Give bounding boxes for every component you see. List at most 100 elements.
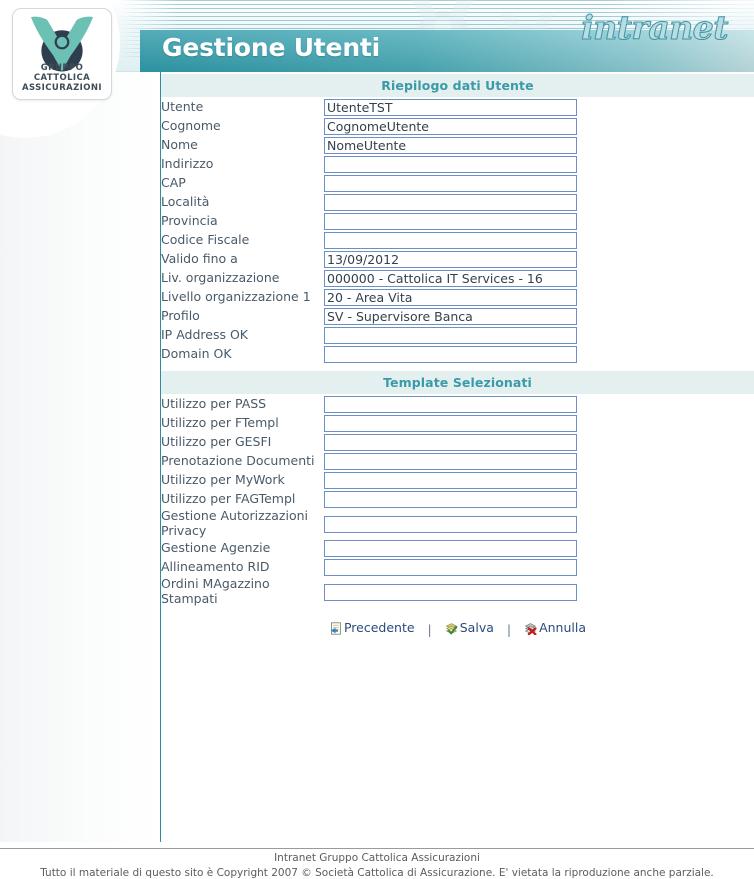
field-label: Località (161, 194, 210, 209)
action-separator-2: | (506, 621, 512, 637)
field-cell (324, 344, 754, 363)
form-row: IP Address OK (161, 325, 754, 344)
input-utilizzo-per-ftempl[interactable] (324, 415, 577, 432)
input-gestione-autorizzazioni-privacy[interactable] (324, 515, 577, 533)
footer-divider (0, 848, 754, 849)
input-ordini-magazzino-stampati[interactable] (324, 583, 577, 601)
application-page: Gestione Utenti intranet GRUPPO CATTOLIC… (0, 0, 754, 879)
field-label: Utilizzo per GESFI (161, 434, 272, 449)
form-row: Valido fino a (161, 249, 754, 268)
form-row: CAP (161, 173, 754, 192)
page-title: Gestione Utenti (162, 33, 381, 62)
logo-line-3: ASSICURAZIONI (22, 83, 102, 93)
field-cell (324, 432, 754, 451)
action-separator-1: | (427, 621, 432, 637)
save-check-icon (445, 622, 458, 638)
field-label: Gestione Autorizzazioni Privacy (161, 508, 308, 538)
field-cell (324, 192, 754, 211)
input-localit[interactable] (324, 194, 577, 211)
input-utilizzo-per-fagtempl[interactable] (324, 491, 577, 508)
field-cell (324, 325, 754, 344)
form-row: Allineamento RID (161, 557, 754, 576)
input-allineamento-rid[interactable] (324, 559, 577, 576)
field-cell (324, 470, 754, 489)
input-provincia[interactable] (324, 213, 577, 230)
form-row: Gestione Agenzie (161, 538, 754, 557)
field-cell (324, 538, 754, 557)
field-label: Utilizzo per FAGTempl (161, 491, 296, 506)
field-cell (324, 451, 754, 470)
intranet-wordmark: intranet (581, 8, 729, 48)
input-gestione-agenzie[interactable] (324, 540, 577, 557)
annulla-button[interactable]: Annulla (524, 620, 586, 638)
input-indirizzo[interactable] (324, 156, 577, 173)
section-header-riepilogo: Riepilogo dati Utente (161, 74, 754, 97)
precedente-button[interactable]: Precedente (329, 620, 415, 638)
input-prenotazione-documenti[interactable] (324, 453, 577, 470)
field-label: Livello organizzazione 1 (161, 289, 311, 304)
field-label: Utilizzo per MyWork (161, 472, 285, 487)
field-cell (324, 97, 754, 116)
input-profilo[interactable] (324, 308, 577, 325)
form-row: Profilo (161, 306, 754, 325)
form-row: Località (161, 192, 754, 211)
section-header-template: Template Selezionati (161, 371, 754, 394)
field-label: Gestione Agenzie (161, 540, 271, 555)
form-row: Utilizzo per FTempl (161, 413, 754, 432)
field-cell (324, 249, 754, 268)
salva-button[interactable]: Salva (445, 620, 494, 638)
form-row: Liv. organizzazione (161, 268, 754, 287)
field-cell (324, 154, 754, 173)
field-label: Codice Fiscale (161, 232, 250, 247)
field-cell (324, 489, 754, 508)
field-label: IP Address OK (161, 327, 248, 342)
input-cognome[interactable] (324, 118, 577, 135)
field-cell (324, 508, 754, 538)
input-valido-fino-a[interactable] (324, 251, 577, 268)
field-cell (324, 268, 754, 287)
input-codice-fiscale[interactable] (324, 232, 577, 249)
field-cell (324, 211, 754, 230)
form-row: Utilizzo per GESFI (161, 432, 754, 451)
field-label: Profilo (161, 308, 200, 323)
input-utilizzo-per-pass[interactable] (324, 396, 577, 413)
field-label: CAP (161, 175, 186, 190)
form-row: Codice Fiscale (161, 230, 754, 249)
form-row: Provincia (161, 211, 754, 230)
form-row: Utilizzo per FAGTempl (161, 489, 754, 508)
form-row: Indirizzo (161, 154, 754, 173)
input-nome[interactable] (324, 137, 577, 154)
cancel-x-icon (524, 622, 537, 638)
field-cell (324, 173, 754, 192)
page-footer: Intranet Gruppo Cattolica Assicurazioni … (0, 851, 754, 879)
form-riepilogo: Utente Cognome Nome Indirizzo CAP Località Pro… (161, 97, 754, 363)
field-label: Ordini MAgazzino Stampati (161, 576, 270, 606)
input-cap[interactable] (324, 175, 577, 192)
form-row: Livello organizzazione 1 (161, 287, 754, 306)
form-row: Utilizzo per PASS (161, 394, 754, 413)
input-utilizzo-per-mywork[interactable] (324, 472, 577, 489)
form-row: Ordini MAgazzino Stampati (161, 576, 754, 606)
logo-line-2: CATTOLICA (33, 73, 91, 83)
field-cell (324, 413, 754, 432)
input-domain-ok[interactable] (324, 346, 577, 363)
field-cell (324, 576, 754, 606)
salva-label: Salva (459, 620, 494, 635)
footer-line-1: Intranet Gruppo Cattolica Assicurazioni (274, 852, 480, 864)
form-template: Utilizzo per PASS Utilizzo per FTempl Util… (161, 394, 754, 606)
input-utilizzo-per-gesfi[interactable] (324, 434, 577, 451)
footer-line-2: Tutto il materiale di questo sito è Copy… (40, 867, 714, 879)
field-label: Cognome (161, 118, 221, 133)
field-label: Liv. organizzazione (161, 270, 280, 285)
input-utente[interactable] (324, 99, 577, 116)
field-label: Provincia (161, 213, 218, 228)
field-label: Indirizzo (161, 156, 214, 171)
field-label: Prenotazione Documenti (161, 453, 315, 468)
input-livello-organizzazione-1[interactable] (324, 289, 577, 306)
form-row: Cognome (161, 116, 754, 135)
company-logo-text: GRUPPO CATTOLICA ASSICURAZIONI (13, 63, 111, 93)
input-ip-address-ok[interactable] (324, 327, 577, 344)
field-cell (324, 230, 754, 249)
input-liv-organizzazione[interactable] (324, 270, 577, 287)
field-cell (324, 557, 754, 576)
